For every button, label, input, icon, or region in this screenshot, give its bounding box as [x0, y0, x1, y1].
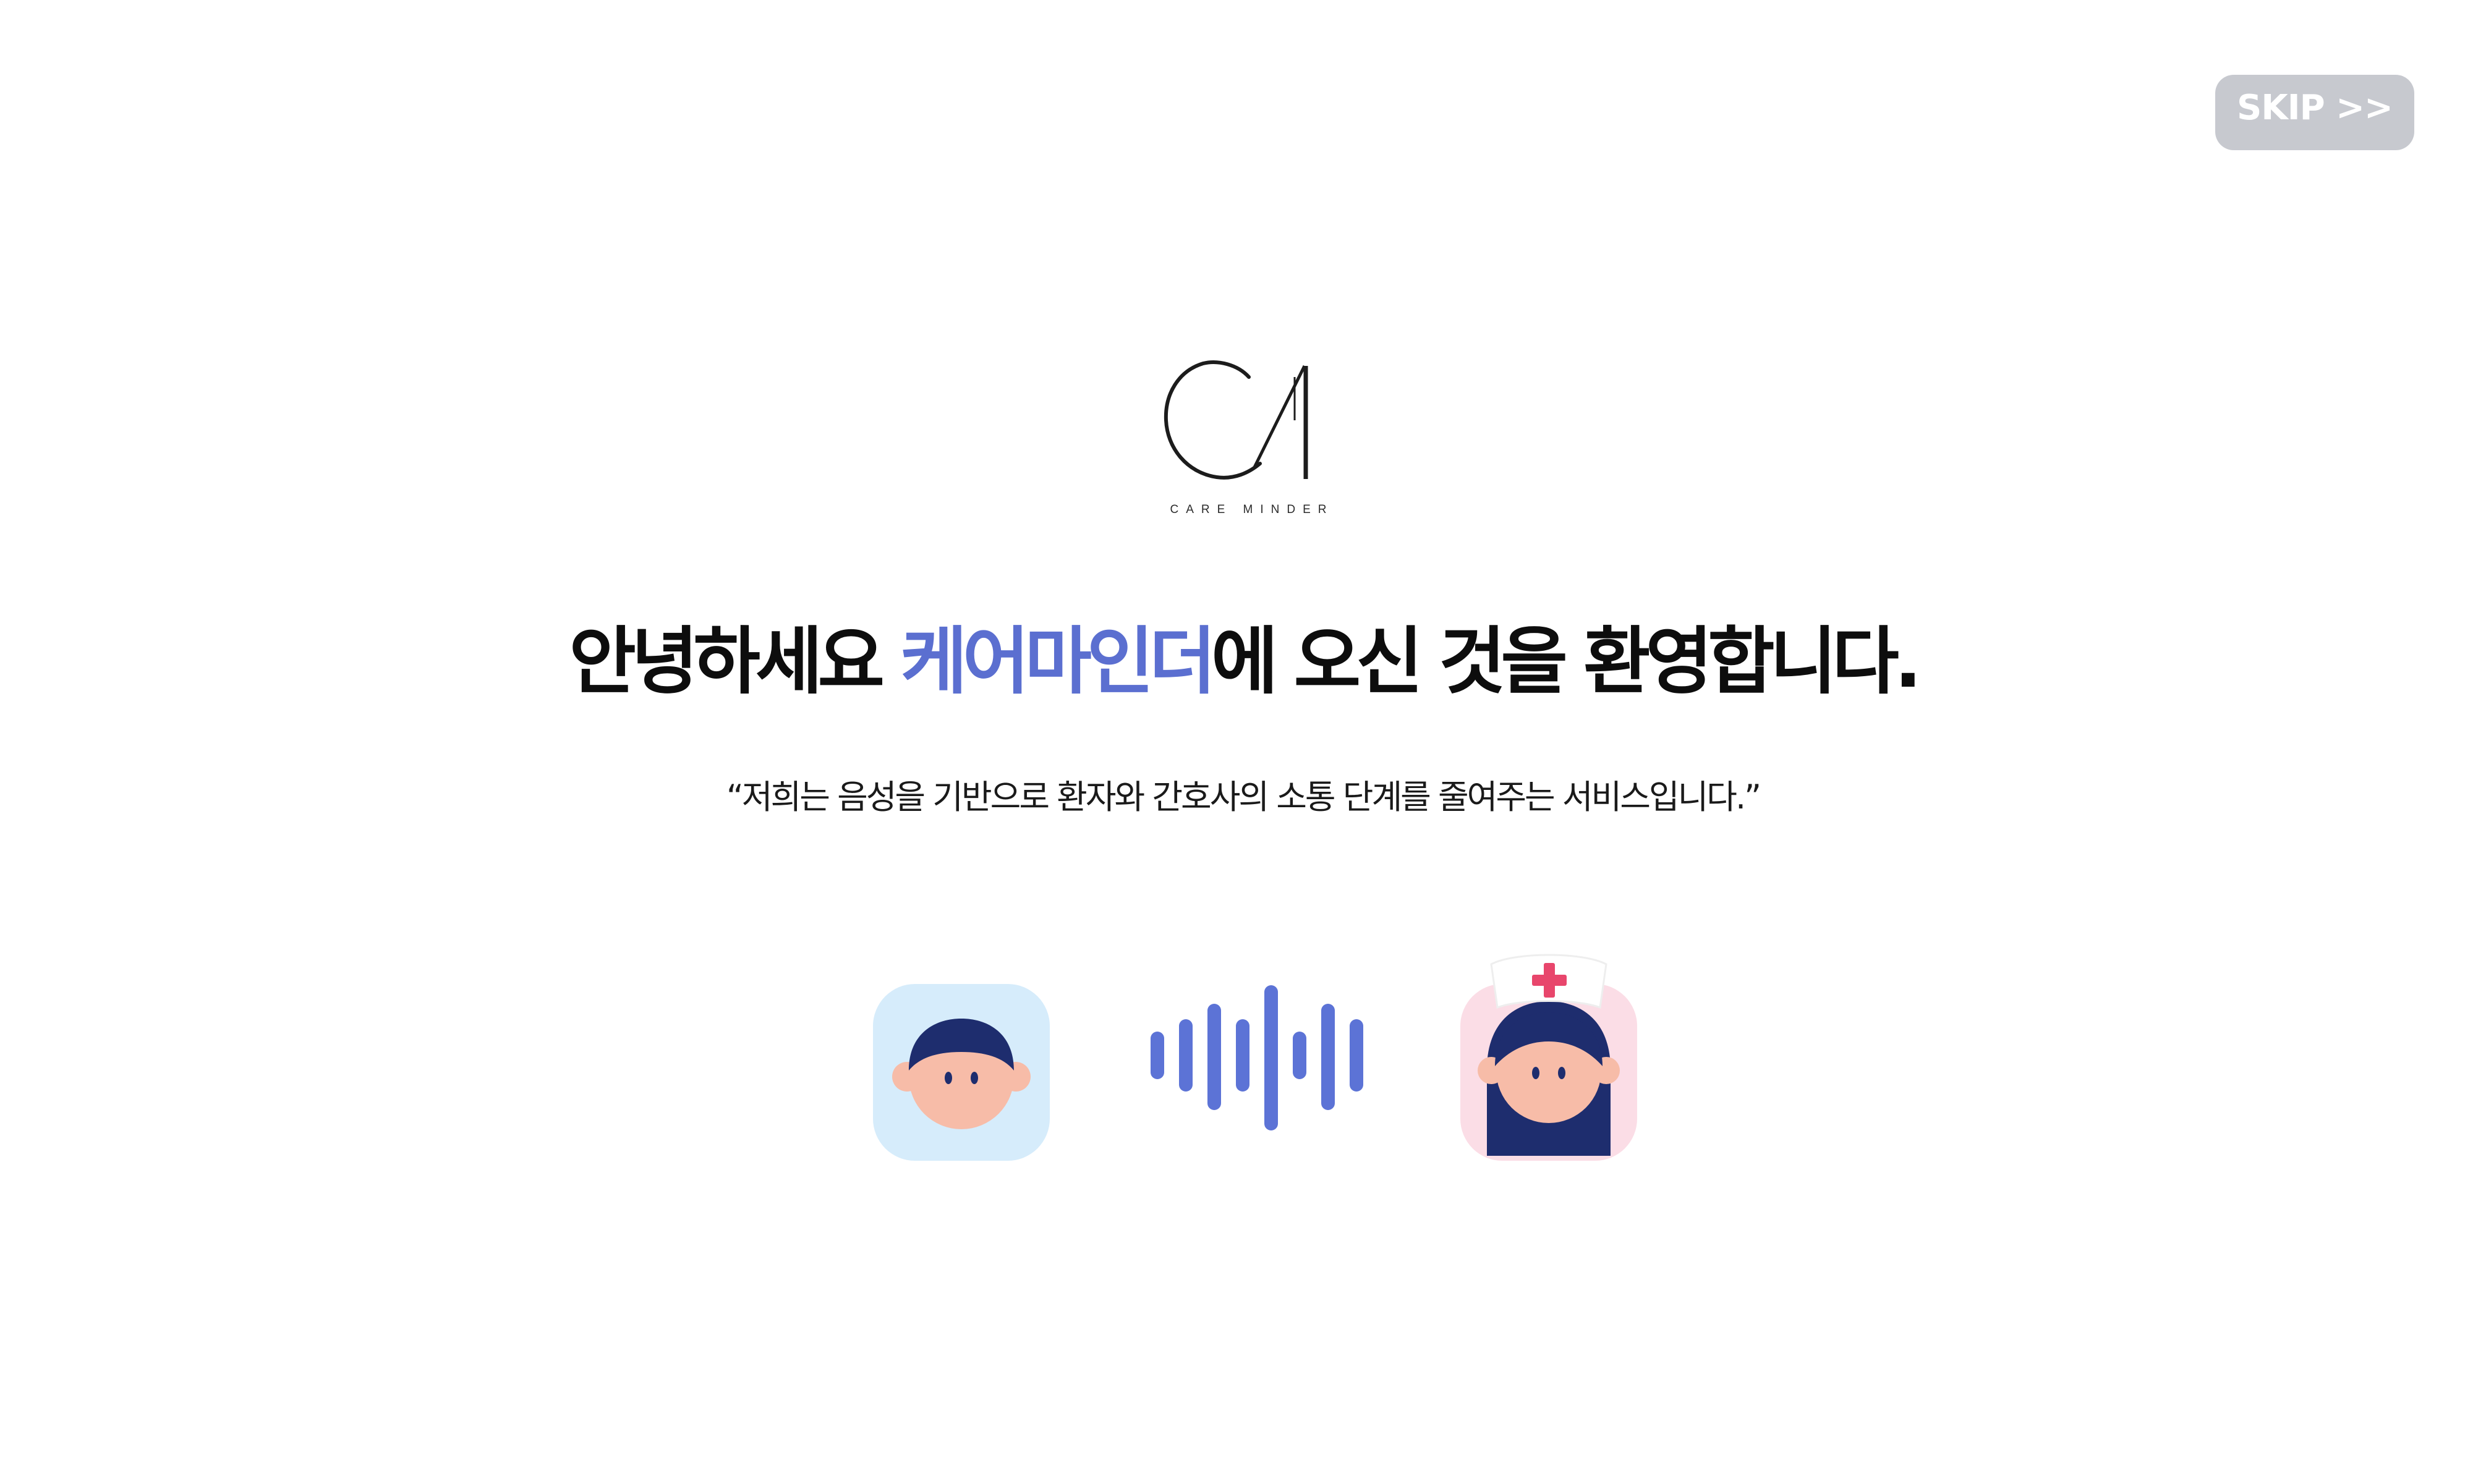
headline-greeting: 안녕하세요	[569, 619, 901, 704]
patient-avatar-icon	[873, 984, 1050, 1161]
skip-button[interactable]: SKIP >>	[2215, 75, 2414, 150]
nurse-avatar-icon	[1460, 954, 1637, 1161]
sound-wave-icon	[1151, 985, 1363, 1130]
headline-rest: 에 오신 것을 환영합니다.	[1211, 619, 1922, 704]
headline-brand: 케어마인더	[900, 619, 1216, 704]
care-minder-logo: CARE MINDER	[1156, 358, 1348, 519]
logo-caption: CARE MINDER	[1170, 503, 1334, 516]
welcome-headline: 안녕하세요 케어마인더에 오신 것을 환영합니다.	[0, 618, 2486, 706]
cm-logo-mark	[1164, 360, 1308, 480]
welcome-screen: SKIP >> CARE MINDER 안녕하세요 케어마인더에 오신 것을 환…	[0, 0, 2486, 1484]
service-description: “저희는 음성을 기반으로 환자와 간호사의 소통 단계를 줄여주는 서비스입니…	[726, 778, 1761, 816]
